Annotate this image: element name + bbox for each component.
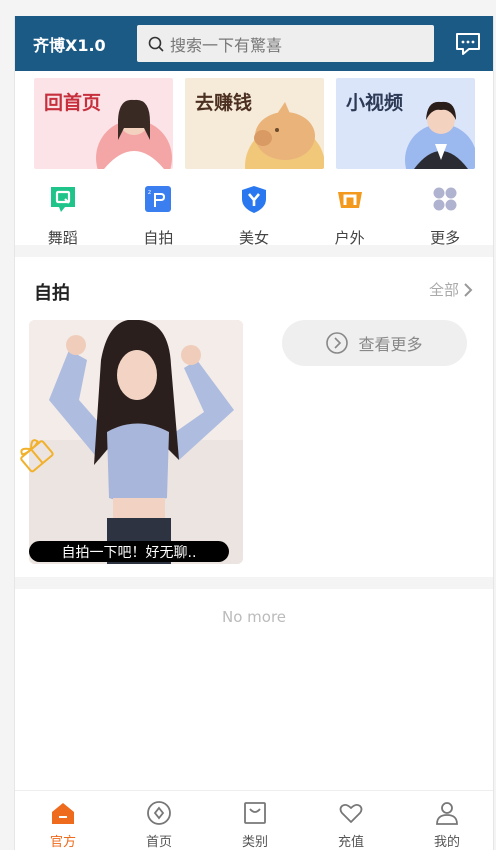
no-more-text: No more <box>221 608 287 626</box>
category-label: 户外 <box>334 229 365 247</box>
chevron-circle-right-icon <box>326 332 349 354</box>
shield-y-icon <box>241 186 266 213</box>
selfie-photo <box>29 320 243 564</box>
brand-title: 齐博X1.0 <box>33 35 106 55</box>
thumbnail-caption: 自拍一下吧！好无聊.. <box>29 541 229 562</box>
category-more[interactable]: 更多 <box>397 184 493 258</box>
banner-home[interactable]: 回首页 <box>34 78 173 169</box>
search-icon <box>148 36 164 52</box>
search-placeholder: 搜索一下有驚喜 <box>170 35 283 55</box>
divider <box>15 577 493 589</box>
category-label: 舞蹈 <box>47 229 78 247</box>
tab-label: 官方 <box>49 835 76 850</box>
message-button[interactable] <box>453 29 483 59</box>
bottom-tabbar: 官方 首页 类别 充值 我的 <box>15 790 493 850</box>
tab-label: 我的 <box>433 835 460 850</box>
section-title: 自拍 <box>34 283 70 304</box>
banner-earn[interactable]: 去赚钱 <box>185 78 324 169</box>
chat-icon <box>456 32 480 55</box>
heart-icon <box>339 803 363 823</box>
see-more-button[interactable]: 查看更多 <box>282 320 467 366</box>
grid-icon <box>433 187 457 211</box>
banner-home-title: 回首页 <box>44 92 102 114</box>
tab-label: 类别 <box>241 835 268 850</box>
tab-official[interactable]: 官方 <box>15 791 111 850</box>
search-input[interactable]: 搜索一下有驚喜 <box>137 25 434 62</box>
category-label: 美女 <box>238 229 269 247</box>
category-label: 自拍 <box>143 229 174 247</box>
category-selfie[interactable]: z 自拍 <box>111 184 207 258</box>
p-icon: z <box>145 186 172 212</box>
banner-row: 回首页 去赚钱 小视频 <box>15 71 493 169</box>
banner-video-title: 小视频 <box>346 92 404 114</box>
banner-earn-title: 去赚钱 <box>195 92 253 114</box>
svg-text:z: z <box>148 189 151 196</box>
banner-video[interactable]: 小视频 <box>336 78 475 169</box>
home-filled-icon <box>52 803 74 824</box>
category-beauty[interactable]: 美女 <box>206 184 302 258</box>
selfie-section: 自拍 全部 自拍一下吧！好无聊.. 查看更多 <box>15 257 493 577</box>
chevron-right-icon <box>464 282 473 297</box>
tab-label: 充值 <box>337 835 364 850</box>
category-outdoor[interactable]: 户外 <box>302 184 398 258</box>
bag-icon <box>244 802 266 824</box>
compass-icon <box>147 801 171 825</box>
view-all-label: 全部 <box>428 281 459 299</box>
video-thumbnail[interactable]: 自拍一下吧！好无聊.. <box>29 320 243 564</box>
user-icon <box>436 802 458 825</box>
tab-recharge[interactable]: 充值 <box>303 791 399 850</box>
view-all-link[interactable]: 全部 <box>429 279 473 300</box>
category-row: 舞蹈 z 自拍 美女 户外 更多 <box>15 169 493 247</box>
tab-home[interactable]: 首页 <box>111 791 207 850</box>
gift-icon[interactable] <box>15 434 55 474</box>
top-header: 齐博X1.0 搜索一下有驚喜 <box>15 16 493 71</box>
n-icon <box>337 192 362 208</box>
q-icon <box>50 187 75 212</box>
app-screen: 齐博X1.0 搜索一下有驚喜 回首页 去赚钱 小视频 舞蹈 z 自拍 美女 户外… <box>14 16 494 850</box>
category-label: 更多 <box>430 229 461 247</box>
tab-category[interactable]: 类别 <box>207 791 303 850</box>
tab-mine[interactable]: 我的 <box>399 791 493 850</box>
tab-label: 首页 <box>145 835 172 850</box>
category-dance[interactable]: 舞蹈 <box>15 184 111 258</box>
see-more-label: 查看更多 <box>358 335 423 354</box>
